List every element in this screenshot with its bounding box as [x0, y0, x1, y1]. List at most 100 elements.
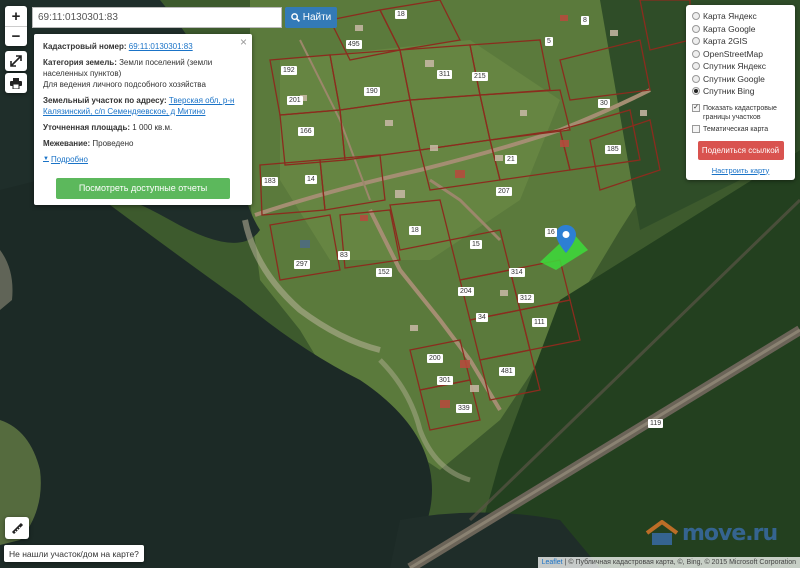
view-reports-button[interactable]: Посмотреть доступные отчеты — [56, 178, 230, 199]
layer-option-label: OpenStreetMap — [703, 48, 764, 59]
layer-option-yandex-map[interactable]: Карта Яндекс — [692, 10, 789, 23]
parcel-label: 30 — [598, 99, 610, 108]
parcel-label: 192 — [281, 66, 297, 75]
popup-close-button[interactable]: × — [240, 36, 247, 48]
parcel-label: 83 — [338, 251, 350, 260]
parcel-label: 15 — [470, 240, 482, 249]
parcel-label: 314 — [509, 268, 525, 277]
survey-label: Межевание: — [43, 139, 91, 148]
address-row: Земельный участок по адресу: Тверская об… — [43, 95, 243, 117]
show-borders-option[interactable]: ✓ Показать кадастровые границы участков — [692, 103, 789, 122]
layer-option-label: Спутник Google — [703, 73, 765, 84]
search-input[interactable] — [32, 7, 282, 28]
land-category-row: Категория земель: Земли поселений (земли… — [43, 57, 243, 90]
watermark-text: move.ru — [682, 520, 778, 546]
thematic-map-option[interactable]: Тематическая карта — [692, 124, 789, 134]
area-value: 1 000 кв.м. — [132, 123, 173, 132]
parcel-label: 201 — [287, 96, 303, 105]
house-logo-icon — [645, 520, 679, 545]
parcel-label: 297 — [294, 260, 310, 269]
area-row: Уточненная площадь: 1 000 кв.м. — [43, 122, 243, 133]
parcel-label: 16 — [545, 228, 557, 237]
measure-tool-button[interactable] — [5, 517, 29, 539]
parcel-label: 152 — [376, 268, 392, 277]
layer-option-label: Карта Google — [703, 23, 756, 34]
not-found-help-button[interactable]: Не нашли участок/дом на карте? — [4, 545, 144, 562]
watermark-logo: move.ru — [645, 520, 778, 546]
checkbox-checked-icon[interactable]: ✓ — [692, 103, 700, 112]
parcel-label: 190 — [364, 87, 380, 96]
cadastral-number-label: Кадастровый номер: — [43, 42, 127, 51]
share-link-button[interactable]: Поделиться ссылкой — [697, 140, 784, 160]
search-button-label: Найти — [302, 12, 332, 23]
parcel-label: 185 — [605, 145, 621, 154]
parcel-label: 5 — [545, 37, 553, 46]
layer-option-google-satellite[interactable]: Спутник Google — [692, 73, 789, 86]
layer-option-label: Спутник Яндекс — [703, 61, 766, 72]
ruler-icon — [11, 522, 23, 534]
parcel-label: 21 — [505, 155, 517, 164]
zoom-in-button[interactable]: + — [5, 6, 27, 26]
radio-icon[interactable] — [692, 37, 700, 46]
area-label: Уточненная площадь: — [43, 123, 131, 132]
layer-option-2gis-map[interactable]: Карта 2GIS — [692, 35, 789, 48]
radio-icon[interactable] — [692, 49, 700, 58]
checkbox-icon[interactable] — [692, 124, 700, 133]
caret-down-icon: ▼ — [43, 156, 49, 162]
address-label: Земельный участок по адресу: — [43, 96, 167, 105]
radio-icon[interactable] — [692, 74, 700, 83]
parcel-label: 34 — [476, 313, 488, 322]
radio-icon[interactable] — [692, 62, 700, 71]
cadastral-number-link[interactable]: 69:11:0130301:83 — [129, 42, 193, 51]
parcel-label: 166 — [298, 127, 314, 136]
parcel-label: 301 — [437, 376, 453, 385]
layer-option-label: Спутник Bing — [703, 86, 755, 97]
show-borders-label: Показать кадастровые границы участков — [703, 104, 777, 121]
layer-option-label: Карта Яндекс — [703, 11, 757, 22]
parcel-label: 18 — [409, 226, 421, 235]
parcel-label: 14 — [305, 175, 317, 184]
radio-selected-icon[interactable] — [692, 87, 700, 96]
radio-icon[interactable] — [692, 24, 700, 33]
leaflet-link[interactable]: Leaflet — [542, 559, 563, 566]
layer-option-label: Карта 2GIS — [703, 36, 748, 47]
land-category-label: Категория земель: — [43, 58, 117, 67]
cadastral-number-row: Кадастровый номер: 69:11:0130301:83 — [43, 41, 243, 52]
fullscreen-button[interactable] — [5, 51, 27, 71]
parcel-label: 18 — [395, 10, 407, 19]
parcel-label: 481 — [499, 367, 515, 376]
print-button[interactable] — [5, 73, 27, 93]
parcel-label: 8 — [581, 16, 589, 25]
survey-row: Межевание: Проведено — [43, 138, 243, 149]
parcel-label: 200 — [427, 354, 443, 363]
print-control — [5, 73, 27, 93]
layer-switcher-panel: Карта Яндекс Карта Google Карта 2GIS Ope… — [686, 5, 795, 180]
parcel-label: 495 — [346, 40, 362, 49]
layer-option-bing-satellite[interactable]: Спутник Bing — [692, 85, 789, 98]
parcel-label: 207 — [496, 187, 512, 196]
thematic-map-label: Тематическая карта — [703, 125, 769, 133]
search-button[interactable]: Найти — [285, 7, 337, 28]
zoom-out-button[interactable]: − — [5, 26, 27, 46]
parcel-label: 111 — [532, 318, 547, 327]
expand-icon — [10, 55, 22, 67]
location-marker-icon[interactable] — [556, 225, 576, 253]
details-link-label: Подробно — [50, 155, 88, 164]
configure-map-link[interactable]: Настроить карту — [692, 166, 789, 175]
parcel-label: 183 — [262, 177, 278, 186]
search-icon — [290, 13, 300, 22]
parcel-label: 311 — [437, 70, 453, 79]
attribution-text: | © Публичная кадастровая карта, ©, Bing… — [564, 559, 796, 566]
layer-option-google-map[interactable]: Карта Google — [692, 23, 789, 36]
details-link[interactable]: ▼ Подробно — [43, 154, 243, 165]
parcel-label: 119 — [648, 419, 664, 428]
layer-option-yandex-satellite[interactable]: Спутник Яндекс — [692, 60, 789, 73]
parcel-info-popup: × Кадастровый номер: 69:11:0130301:83 Ка… — [34, 34, 252, 205]
zoom-control: + − — [5, 6, 27, 46]
fullscreen-control — [5, 51, 27, 71]
map-attribution: Leaflet | © Публичная кадастровая карта,… — [537, 557, 800, 568]
parcel-label: 215 — [472, 72, 488, 81]
layer-option-osm[interactable]: OpenStreetMap — [692, 48, 789, 61]
survey-value: Проведено — [92, 139, 134, 148]
radio-icon[interactable] — [692, 12, 700, 21]
